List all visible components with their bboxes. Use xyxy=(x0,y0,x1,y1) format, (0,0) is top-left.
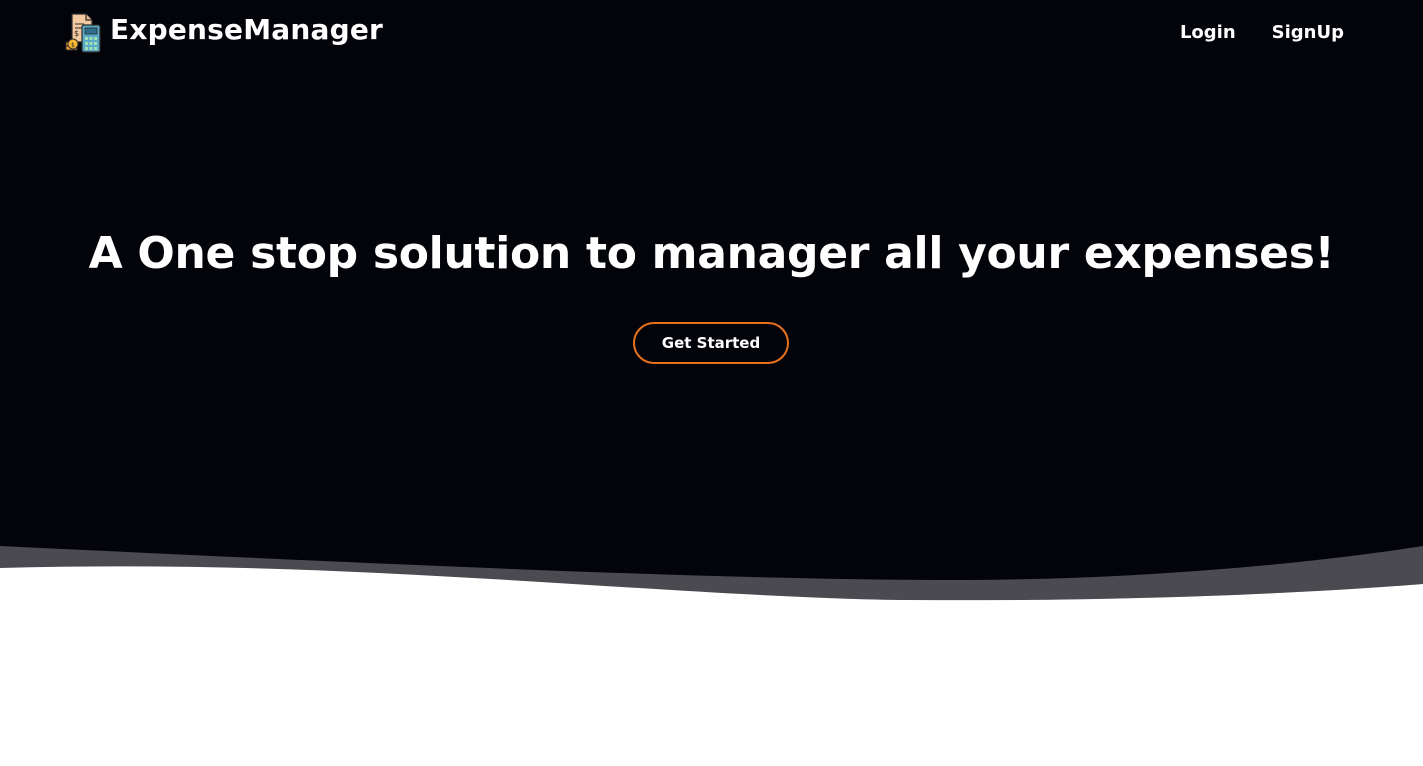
calculator-invoice-icon: $ $ xyxy=(65,13,101,53)
svg-text:$: $ xyxy=(71,42,75,49)
svg-text:$: $ xyxy=(74,29,79,38)
nav-links: Login SignUp xyxy=(1144,22,1344,43)
hero-headline: A One stop solution to manager all your … xyxy=(88,228,1335,279)
get-started-button[interactable]: Get Started xyxy=(633,322,789,364)
signup-link[interactable]: SignUp xyxy=(1272,22,1344,43)
hero-wave-divider xyxy=(0,546,1423,610)
navbar: $ $ ExpenseManager Login SignUp xyxy=(0,0,1423,66)
login-link[interactable]: Login xyxy=(1180,22,1236,43)
brand-name: ExpenseManager xyxy=(110,13,384,46)
hero-section: $ $ ExpenseManager Login SignUp A One st… xyxy=(0,0,1423,600)
brand-link[interactable]: $ $ ExpenseManager xyxy=(64,12,383,54)
